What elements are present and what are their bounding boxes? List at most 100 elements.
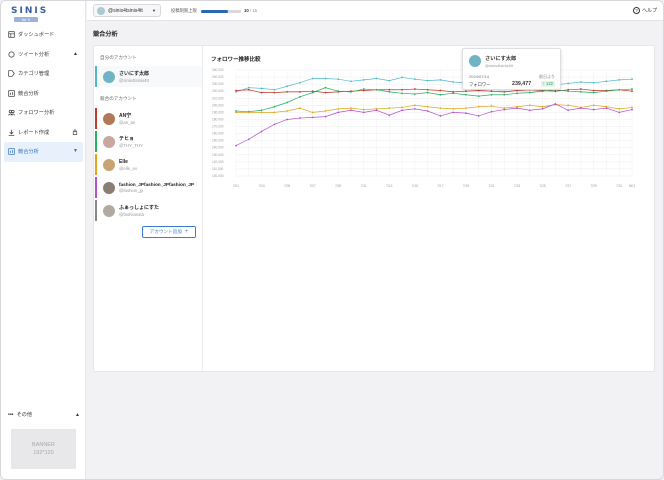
data-point [413,104,416,107]
y-tick-label: 210,000 [212,96,224,100]
data-point [286,85,288,88]
data-point [554,103,557,105]
account-name: Elle [119,158,128,165]
data-point [235,89,237,92]
data-point [337,78,340,81]
data-point [477,115,480,117]
data-point [580,81,582,83]
chevron-up-icon: ▲ [75,411,80,418]
account-handle: @fashion_jp [119,188,143,193]
sidebar-item-label: ダッシュボード [18,32,55,39]
data-point [439,93,442,96]
data-point [324,110,327,112]
data-point [580,107,582,110]
banner-line2: 192*120 [33,450,54,456]
sidebar-other[interactable]: ••• その他 ▲ [8,411,80,419]
sidebar-item-category[interactable]: カテゴリ管理 [4,64,83,84]
competitor-item[interactable]: ふぁっしょにすた @fashionista [95,200,202,221]
avatar [103,112,115,125]
follower-trend-chart[interactable]: 250,000 240,000 230,000 220,000 210,000 200,0… [204,46,654,371]
data-point [273,111,276,114]
more-icon: ••• [8,411,14,418]
data-point [260,111,263,114]
data-point [452,81,455,83]
logo[interactable]: SINIS for X [11,6,46,22]
y-tick-label: 120,000 [212,160,224,164]
data-point [247,86,250,89]
data-point [260,91,263,94]
plus-icon: + [184,229,189,235]
data-point [477,105,480,108]
data-point [401,92,403,95]
y-tick-label: 160,000 [212,132,224,136]
competitor-account-label: 競合のアカウント [100,96,137,101]
sidebar-item-tweet-analysis[interactable]: ツイート分析 ▲ [4,45,83,65]
chevron-up-icon: ▲ [73,50,78,57]
data-point [528,104,531,107]
sidebar-item-competitor-active[interactable]: 競合分析 ▼ [4,142,83,162]
account-handle: @THY_THY [119,143,143,148]
sidebar-item-competitor[interactable]: 競合分析 [4,84,83,104]
data-point [235,144,237,147]
data-point [260,87,263,90]
sidebar-item-follower[interactable]: フォロワー分析 [4,103,83,123]
competitor-item[interactable]: テヒョ @THY_THY [95,131,202,152]
data-point [465,107,467,110]
sidebar-item-dashboard[interactable]: ダッシュボード [4,25,83,45]
sidebar-item-label: ツイート分析 [18,51,50,58]
data-point [286,118,288,121]
y-tick-label: 240,000 [212,75,224,79]
y-tick-label: 150,000 [212,139,224,143]
add-account-button[interactable]: アカウント追加 + [142,226,196,238]
data-point [439,107,442,110]
data-point [324,86,327,89]
data-point [490,90,493,93]
sidebar-item-label: フォロワー分析 [18,110,55,117]
add-account-label: アカウント追加 [149,229,182,234]
banner-placeholder[interactable]: BANNER 192*120 [11,429,76,469]
data-point [401,109,403,112]
data-point [247,111,250,114]
y-tick-label: 180,000 [212,117,224,121]
y-tick-label: 200,000 [212,103,224,107]
y-tick-label: 190,000 [212,110,224,114]
data-point [375,77,378,80]
topbar: @sinis4tsinis4tt ▼ 投稿制限上限 10 / 15 ? ヘルプ [87,1,663,21]
data-point [273,123,276,126]
data-point [452,107,455,110]
x-tick-label: 7/21 [488,184,494,188]
data-point [375,109,378,112]
account-selector[interactable]: @sinis4tsinis4tt ▼ [93,4,161,17]
post-limit-count: 10 / 15 [244,8,257,13]
tooltip-compare-label: 前日より [539,74,555,79]
sidebar-nav: ダッシュボード ツイート分析 ▲ カテゴリ管理 競合分析 フォロワー分析 レポー… [4,25,83,162]
competitor-item[interactable]: fashion_JPfashion_JPfashion_JP @fashion_… [95,177,202,198]
account-handle: @sinis4tsinis4tt [108,7,143,14]
data-point [350,107,352,110]
data-point [516,107,518,110]
data-point [541,90,544,93]
chart-tooltip: さいにす太郎 @sinis4tsinis4tt 2024/07/14 前日より … [462,48,561,90]
competitor-item[interactable]: AN宁 @an_an [95,108,202,129]
data-point [286,91,288,93]
sidebar-item-report[interactable]: レポート作成 [4,123,83,143]
help-button[interactable]: ? ヘルプ [632,7,657,14]
users-icon [8,109,15,116]
avatar [97,6,105,15]
x-tick-label: 7/09 [335,184,341,188]
account-list-panel: 自分のアカウント さいにす太郎 @sinis4tsinis4tt 競合のアカウン… [94,46,203,371]
caret-down-icon: ▼ [152,8,156,13]
tooltip-metric-label: フォロワー [469,82,491,87]
own-account-item[interactable]: さいにす太郎 @sinis4tsinis4tt [95,66,202,87]
data-point [350,91,352,93]
data-point [260,109,263,112]
data-point [426,88,429,91]
data-point [426,110,429,112]
avatar [103,204,115,217]
data-point [426,79,429,82]
lock-icon [72,128,78,137]
data-point [618,111,621,114]
tooltip-diff: ↑ 122 [540,81,555,87]
competitor-item[interactable]: Elle @elle_ex [95,154,202,175]
help-label: ヘルプ [641,8,657,14]
